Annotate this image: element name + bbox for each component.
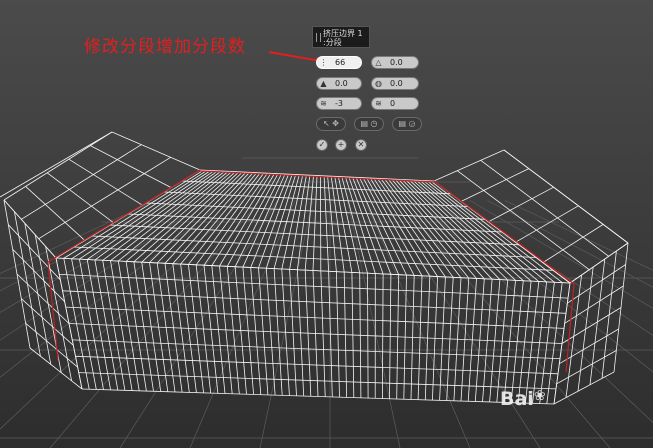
radius-field[interactable]: ◍ 0.0 (371, 77, 419, 90)
ratio-field[interactable]: △ 0.0 (371, 56, 419, 69)
drag-handle-icon[interactable] (316, 33, 321, 42)
radius-value: 0.0 (390, 79, 403, 88)
segments-field[interactable]: ⋮ 66 (316, 56, 362, 69)
caddy-title-line1: 挤压边界 1 (323, 29, 363, 38)
segments-value: 66 (335, 58, 346, 67)
apply-button[interactable]: + (335, 139, 347, 151)
pick-button[interactable]: ↖ ✥ (316, 117, 346, 131)
offset-icon: ≋ (375, 99, 382, 108)
baidu-watermark: Bai❀ (500, 388, 546, 410)
offset-field[interactable]: ≋ 0 (371, 97, 419, 110)
pick-icon: ↖ ✥ (323, 119, 339, 128)
smoothing-button[interactable]: ▤ ◶ (392, 117, 422, 131)
ratio-value: 0.0 (390, 58, 403, 67)
close-icon: ✕ (357, 140, 365, 149)
depth-icon: ▲ (320, 79, 327, 88)
offset-value: 0 (390, 99, 396, 108)
caddy-title-bar[interactable]: 挤压边界 1:分段 (312, 26, 370, 48)
depth-field[interactable]: ▲ 0.0 (316, 77, 362, 90)
smoothing-icon: ▤ ◶ (398, 119, 416, 128)
plus-icon: + (337, 140, 345, 149)
ok-button[interactable]: ✓ (316, 139, 328, 151)
checkmark-icon: ✓ (318, 140, 326, 149)
ratio-icon: △ (375, 58, 382, 67)
twist-icon: ≋ (320, 99, 327, 108)
cancel-button[interactable]: ✕ (355, 139, 367, 151)
paw-icon: ❀ (533, 388, 546, 404)
radius-icon: ◍ (375, 79, 382, 88)
shape-button[interactable]: ▤ ◷ (354, 117, 384, 131)
depth-value: 0.0 (335, 79, 348, 88)
twist-value: -3 (335, 99, 343, 108)
annotation-label: 修改分段增加分段数 (84, 37, 246, 57)
shape-icon: ▤ ◷ (360, 119, 378, 128)
caddy-title-line2: :分段 (323, 38, 342, 47)
segments-icon: ⋮ (319, 58, 328, 67)
twist-field[interactable]: ≋ -3 (316, 97, 362, 110)
